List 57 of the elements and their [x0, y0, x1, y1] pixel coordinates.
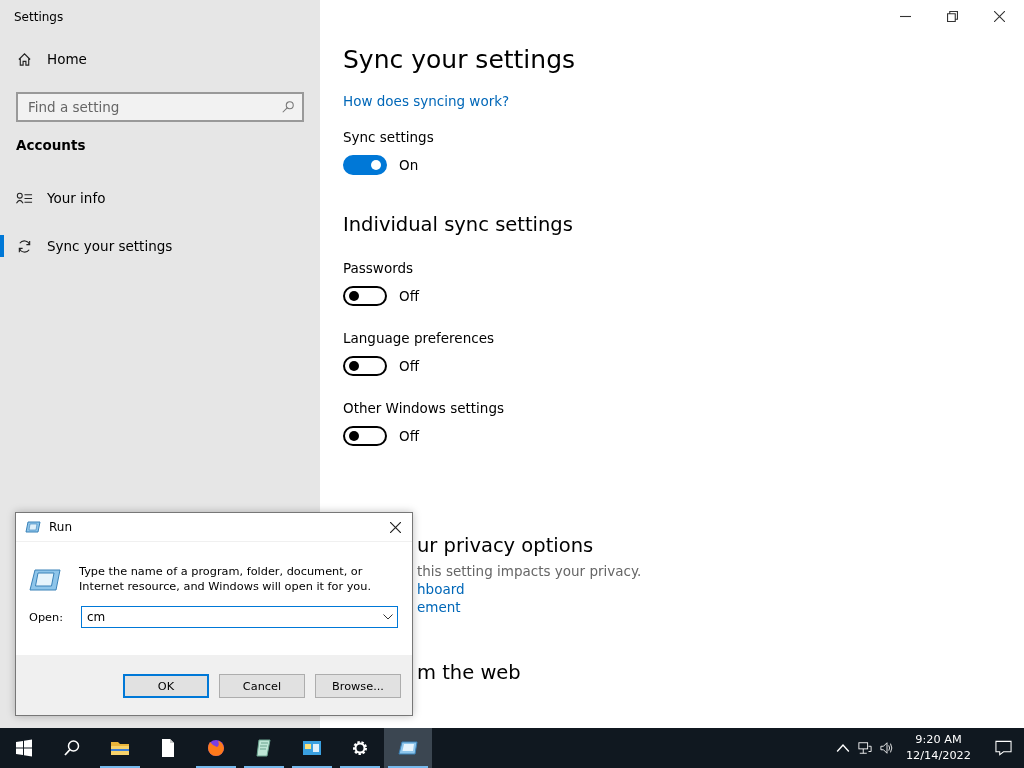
settings-icon [350, 738, 370, 758]
clock-date: 12/14/2022 [905, 748, 971, 764]
dialog-button[interactable]: Cancel [219, 674, 305, 698]
toggle-switch[interactable] [343, 286, 387, 306]
taskbar-button[interactable] [384, 728, 432, 768]
setting-label: Passwords [343, 260, 415, 276]
caret-icon [383, 614, 393, 620]
search-field[interactable]: Find a setting [16, 92, 304, 122]
toggle-switch[interactable] [343, 426, 387, 446]
command-combo-box[interactable]: cm [81, 606, 398, 628]
toggle-state: On [399, 157, 419, 173]
notification-icon[interactable] [995, 740, 1012, 756]
sync-icon [16, 238, 33, 254]
run-icon [29, 568, 61, 592]
setting-label: Sync settings [343, 129, 435, 145]
sidebar-item[interactable]: Your info [0, 174, 320, 222]
restore-icon[interactable] [947, 11, 958, 22]
privacy-link[interactable]: ement [417, 599, 1024, 615]
toggle-switch[interactable] [343, 155, 387, 175]
dialog-button[interactable]: Browse... [315, 674, 401, 698]
description-text: this setting impacts your privacy. [417, 563, 643, 579]
search-icon [281, 100, 295, 114]
setting-label: Language preferences [343, 330, 495, 346]
clock[interactable]: 9:20 AM 12/14/2022 [901, 732, 975, 764]
browser-icon [206, 738, 226, 758]
toggle-switch[interactable] [343, 356, 387, 376]
close-icon[interactable] [994, 11, 1005, 22]
field-label: Open: [29, 610, 63, 624]
page-title: Sync your settings [343, 45, 577, 75]
setting-label: Other Windows settings [343, 400, 505, 416]
toggle-state: Off [399, 358, 419, 374]
dialog-description: Type the name of a program, folder, document, or Internet resource, and Windows will open it for you. [79, 564, 372, 594]
section-heading: Individual sync settings [343, 213, 574, 236]
search-icon [62, 738, 82, 758]
dialog-title: Run [49, 520, 73, 534]
run-icon [25, 521, 41, 533]
home-icon [16, 51, 33, 67]
window-title: Settings [13, 9, 65, 26]
notepad-icon [254, 738, 274, 758]
dialog-button[interactable]: OK [123, 674, 209, 698]
start-icon [14, 738, 34, 758]
privacy-link[interactable]: hboard [417, 581, 1024, 597]
speaker-icon[interactable] [879, 741, 894, 755]
clock-time: 9:20 AM [915, 732, 962, 748]
window-icon [302, 738, 322, 758]
home-link[interactable]: Home [0, 47, 320, 71]
network-icon[interactable] [857, 741, 872, 755]
person-list-icon [16, 190, 33, 206]
section-heading: ur privacy options [417, 534, 595, 557]
section-heading: m the web [417, 661, 522, 684]
toggle-state: Off [399, 288, 419, 304]
help-link[interactable]: How does syncing work? [343, 93, 1024, 109]
close-icon[interactable] [390, 521, 401, 533]
toggle-state: Off [399, 428, 419, 444]
section-heading: Accounts [15, 136, 87, 155]
sidebar-item[interactable]: Sync your settings [0, 222, 320, 270]
run-icon [398, 738, 418, 758]
